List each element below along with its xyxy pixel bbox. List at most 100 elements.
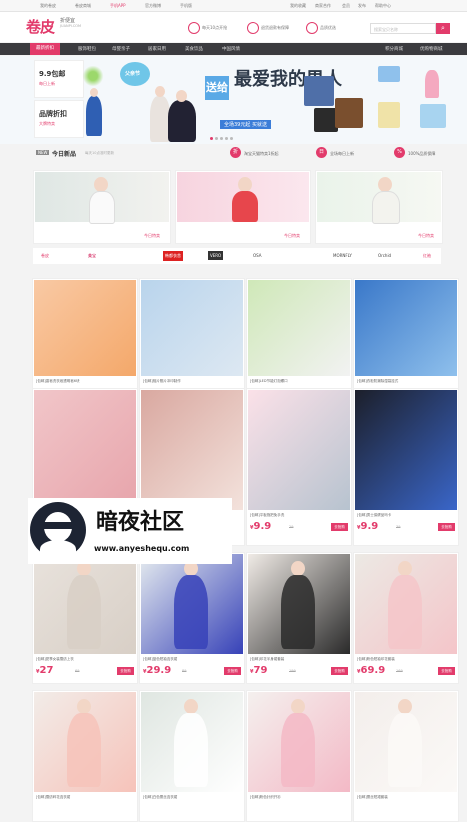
product-price: ¥79 (250, 665, 267, 676)
search-input[interactable]: 搜索宝贝名称 (370, 23, 436, 34)
product-title[interactable]: [包邮]平板拖把免手洗 (250, 513, 348, 518)
topbar-right-link[interactable]: 帮助中心 (375, 3, 391, 9)
product-card[interactable]: [包邮]LED节能灯泡螺口¥15去抢购 (246, 278, 352, 406)
carousel-dots[interactable] (210, 136, 233, 142)
product-title[interactable]: [包邮]相片照片冲印制作 (143, 379, 241, 384)
brand-logo[interactable]: MORNFLY (333, 253, 352, 258)
product-card[interactable]: [包邮]香皂洗衣皂透明皂6块¥9.929.9去抢购 (32, 278, 138, 406)
brand-logo[interactable]: OSA (253, 253, 262, 258)
product-title[interactable]: [包邮]雪纺碎花连衣裙 (36, 795, 134, 800)
brand-logo[interactable]: VERO (208, 251, 224, 260)
topbar-right-link[interactable]: 我的收藏 (290, 3, 306, 9)
buy-button[interactable]: 去抢购 (438, 667, 455, 675)
brand-banner[interactable]: 今日特卖 (315, 170, 443, 244)
buy-button[interactable]: 去抢购 (117, 667, 134, 675)
carousel-dot[interactable] (230, 137, 233, 140)
product-card[interactable]: [包邮]蓝色短袖连衣裙 ¥29.9 89 去抢购 (139, 552, 245, 684)
check-icon (306, 22, 318, 34)
product-price: ¥27 (36, 665, 53, 676)
nav-right-item[interactable]: 优购物商城 (420, 46, 443, 52)
model-head (238, 177, 252, 192)
product-card[interactable]: [包邮]平板拖把免手洗 ¥9.9 29 去抢购 (246, 388, 352, 546)
product-card[interactable]: [包邮]夏季女装雪纺上衣 ¥27 69 去抢购 (32, 552, 138, 684)
product-title[interactable]: [包邮]蓝色短袖连衣裙 (143, 657, 241, 662)
site-logo[interactable]: 卷皮 (26, 16, 55, 37)
search-icon[interactable]: ⌕ (436, 23, 450, 34)
topbar-right-link[interactable]: 会员 (342, 3, 350, 9)
original-price: 39 (396, 525, 401, 529)
model-head (77, 699, 91, 714)
hero-banner[interactable]: 9.9包邮 每日上新 品牌折扣 大牌特卖 父亲节 送给 最爱我的男人 全场39元… (0, 56, 467, 144)
product-card[interactable]: [包邮]男士保健品玛卡 ¥9.9 39 去抢购 (353, 388, 459, 546)
product-image[interactable] (355, 280, 457, 376)
product-image[interactable] (355, 390, 457, 510)
topbar-link[interactable]: 手机版 (180, 3, 192, 9)
product-title[interactable]: [包邮]蕾丝短裙套装 (357, 795, 455, 800)
nav-right-item[interactable]: 积分商城 (385, 46, 403, 52)
brand-banner-tag: 今日特卖 (144, 233, 160, 238)
brand-banner[interactable]: 今日特卖 (33, 170, 171, 244)
product-image[interactable] (141, 390, 243, 510)
product-card[interactable]: [包邮]雪纺碎花连衣裙 (32, 690, 138, 822)
carousel-dot[interactable] (210, 137, 213, 140)
product-image[interactable] (248, 280, 350, 376)
product-card[interactable]: [包邮]衣柜防潮除湿袋挂式¥2.99.9去抢购 (353, 278, 459, 406)
product-title[interactable]: [包邮]粉色针织开衫 (250, 795, 348, 800)
product-title[interactable]: [包邮]粉色短袖印花套装 (357, 657, 455, 662)
product-title[interactable]: [包邮]印花半身裙套装 (250, 657, 348, 662)
topbar-right-link[interactable]: 发布 (358, 3, 366, 9)
buy-button[interactable]: 去抢购 (438, 523, 455, 531)
nav-item[interactable]: 美食饮品 (185, 46, 203, 52)
carousel-dot[interactable] (225, 137, 228, 140)
buy-button[interactable]: 去抢购 (331, 667, 348, 675)
price-value: 29.9 (146, 665, 172, 676)
feature-text: 淘宝天猫特卖1折起 (244, 151, 279, 156)
feature-text: 100%品质保障 (408, 151, 436, 156)
brand-logo[interactable]: 红袖 (423, 253, 431, 259)
product-image[interactable] (34, 280, 136, 376)
model-head (90, 88, 98, 97)
product-card[interactable]: [包邮]蕾丝短裙套装 (353, 690, 459, 822)
price-value: 79 (253, 665, 268, 676)
nav-item[interactable]: 居家日用 (148, 46, 166, 52)
product-title[interactable]: [包邮]衣柜防潮除湿袋挂式 (357, 379, 455, 384)
nav-item[interactable]: 服饰鞋包 (78, 46, 96, 52)
product-card[interactable]: [包邮]白色蕾丝连衣裙 (139, 690, 245, 822)
topbar-link[interactable]: 手机APP (110, 3, 126, 9)
product-title[interactable]: [包邮]白色蕾丝连衣裙 (143, 795, 241, 800)
product-title[interactable]: [包邮]LED节能灯泡螺口 (250, 379, 348, 384)
topbar-link[interactable]: 我的卷皮 (40, 3, 56, 9)
original-price: 199 (289, 669, 296, 673)
topbar-link[interactable]: 官方微博 (145, 3, 161, 9)
nav-item-latest[interactable]: 最新折扣 (30, 43, 60, 55)
product-image[interactable] (34, 390, 136, 510)
brand-logo[interactable]: 美宝 (88, 253, 96, 259)
nav-item[interactable]: 母婴亲子 (112, 46, 130, 52)
buy-button[interactable]: 去抢购 (224, 667, 241, 675)
model-figure (281, 713, 315, 787)
topbar-right-link[interactable]: 商家合作 (315, 3, 331, 9)
product-image[interactable] (248, 390, 350, 510)
product-card[interactable]: [包邮]相片照片冲印制作¥919去抢购 (139, 278, 245, 406)
nav-item[interactable]: 中国风情 (222, 46, 240, 52)
brand-banner[interactable]: 今日特卖 (175, 170, 311, 244)
carousel-dot[interactable] (220, 137, 223, 140)
product-image[interactable] (141, 280, 243, 376)
product-title[interactable]: [包邮]香皂洗衣皂透明皂6块 (36, 379, 134, 384)
brand-logo[interactable]: 韩都衣舍 (163, 251, 183, 261)
product-card[interactable]: [包邮]印花半身裙套装 ¥79 199 去抢购 (246, 552, 352, 684)
product-title[interactable]: [包邮]男士保健品玛卡 (357, 513, 455, 518)
brand-banner-tag: 今日特卖 (418, 233, 434, 238)
topbar-link[interactable]: 卷皮商城 (75, 3, 91, 9)
model-head (155, 86, 165, 97)
banner-side-card[interactable]: 9.9包邮 每日上新 (34, 60, 84, 98)
brand-logo[interactable]: 卷皮 (41, 253, 49, 259)
product-card[interactable]: [包邮]粉色短袖印花套装 ¥69.9 169 去抢购 (353, 552, 459, 684)
product-title[interactable]: [包邮]夏季女装雪纺上衣 (36, 657, 134, 662)
buy-button[interactable]: 去抢购 (331, 523, 348, 531)
main-nav: 最新折扣 服饰鞋包 母婴亲子 居家日用 美食饮品 中国风情 积分商城 优购物商城 (0, 43, 467, 55)
banner-side-card[interactable]: 品牌折扣 大牌特卖 (34, 100, 84, 138)
product-card[interactable]: [包邮]粉色针织开衫 (246, 690, 352, 822)
carousel-dot[interactable] (215, 137, 218, 140)
brand-logo[interactable]: Orchid (378, 253, 391, 258)
